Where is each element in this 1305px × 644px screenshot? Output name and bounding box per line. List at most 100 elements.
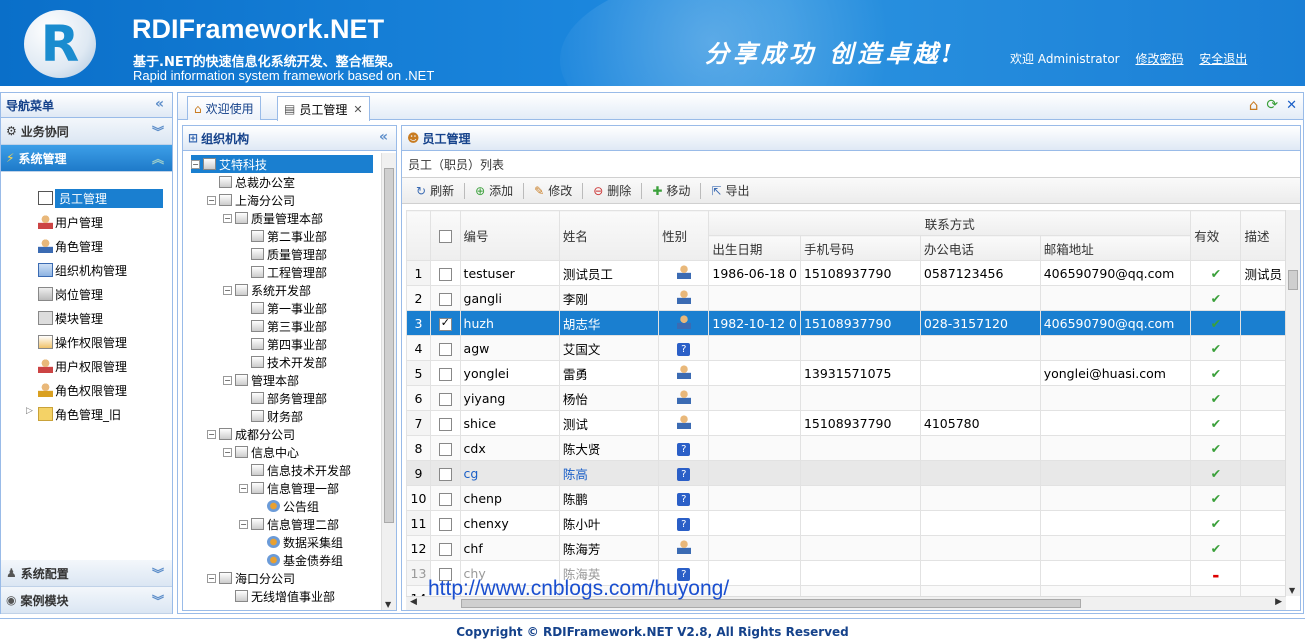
table-row[interactable]: 8 cdx 陈大贤? ✔ [406,435,1286,461]
menu-user-permission[interactable]: 用户权限管理 [1,354,172,378]
table-row[interactable]: 9 cg 陈高? ✔ [406,460,1286,486]
menu-org[interactable]: 组织机构管理 [1,258,172,282]
collapse-node-icon[interactable]: − [207,195,216,205]
table-row[interactable]: 6 yiyang 杨怡 ✔ [406,385,1286,411]
col-mobile[interactable]: 手机号码 [799,235,921,261]
scroll-thumb[interactable] [384,168,394,523]
edit-button[interactable]: ✎ 修改 [528,180,578,202]
org-scrollbar[interactable]: ▼ [381,153,396,610]
menu-user[interactable]: 用户管理 [1,210,172,234]
row-select-checkbox[interactable] [438,316,452,331]
col-birthday[interactable]: 出生日期 [708,235,801,261]
menu-role-permission[interactable]: 角色权限管理 [1,378,172,402]
scroll-down-icon[interactable]: ▼ [1289,586,1295,595]
col-office-phone[interactable]: 办公电话 [919,235,1041,261]
row-select-checkbox[interactable] [438,292,452,306]
table-row[interactable]: 2 gangli 李刚 ✔ [406,285,1286,311]
tree-node[interactable]: 技术开发部 [239,353,327,371]
collapse-node-icon[interactable]: − [223,285,232,295]
refresh-button[interactable]: ↻ 刷新 [410,180,460,202]
close-icon[interactable]: ✕ [353,103,362,116]
row-select-checkbox[interactable] [438,442,452,456]
table-row[interactable]: 3 huzh胡志华 1982-10-12 015108937790028-31571… [406,310,1286,336]
tree-node[interactable]: − 管理本部 [223,371,299,389]
row-select-checkbox[interactable] [438,467,452,481]
tree-node[interactable]: − 质量管理本部 [223,209,323,227]
collapse-node-icon[interactable]: − [239,483,248,493]
collapse-node-icon[interactable]: − [223,213,232,223]
grid-vertical-scrollbar[interactable]: ▼ [1285,210,1300,596]
change-password-link[interactable]: 修改密码 [1135,52,1183,66]
tab-employee[interactable]: ▤ 员工管理 ✕ [277,96,370,121]
menu-role[interactable]: 角色管理 [1,234,172,258]
expand-icon[interactable]: ︾ [152,123,164,140]
table-row[interactable]: 10 chenp 陈鹏? ✔ [406,485,1286,511]
col-name[interactable]: 姓名 [558,210,660,261]
row-select-checkbox[interactable] [438,367,452,381]
tree-node[interactable]: − 信息中心 [223,443,299,461]
close-icon[interactable]: ✕ [1286,98,1297,113]
tree-node[interactable]: 财务部 [239,407,303,425]
refresh-icon[interactable]: ⟳ [1266,97,1278,113]
expand-arrow-icon[interactable]: ▷ [26,406,33,416]
menu-post[interactable]: 岗位管理 [1,282,172,306]
home-icon[interactable]: ⌂ [1249,96,1259,114]
menu-role-old[interactable]: ▷ 角色管理_旧 [1,402,172,426]
menu-module[interactable]: 模块管理 [1,306,172,330]
logout-link[interactable]: 安全退出 [1199,52,1247,66]
col-gender[interactable]: 性别 [658,210,710,261]
table-row[interactable]: 1 testuser 测试员工 1986-06-18 0 15108937790 0587… [406,260,1286,286]
row-select-checkbox[interactable] [438,417,452,431]
scroll-left-icon[interactable]: ◀ [410,597,417,607]
tree-node[interactable]: 质量管理部 [239,245,327,263]
tree-node[interactable]: 公告组 [255,497,319,515]
col-code[interactable]: 编号 [459,210,560,261]
row-select-checkbox[interactable] [438,267,452,281]
export-button[interactable]: ⇱ 导出 [705,180,755,202]
tree-node[interactable]: 无线增值事业部 [223,587,335,605]
collapse-node-icon[interactable]: − [223,375,232,385]
collapse-icon[interactable]: ︽ [152,150,164,167]
tree-node[interactable]: 部务管理部 [239,389,327,407]
col-desc[interactable]: 描述 [1240,210,1286,261]
tree-node[interactable]: − 成都分公司 [207,425,295,443]
tree-node[interactable]: 第二事业部 [239,227,327,245]
section-examples[interactable]: ◉ 案例模块 ︾ [1,587,172,614]
tree-node[interactable]: 信息技术开发部 [239,461,351,479]
collapse-node-icon[interactable]: − [223,447,232,457]
menu-operation-permission[interactable]: 操作权限管理 [1,330,172,354]
tab-welcome[interactable]: ⌂ 欢迎使用 [187,96,261,120]
tree-node[interactable]: − 信息管理二部 [239,515,339,533]
tree-node[interactable]: − 艾特科技 [191,155,373,173]
scroll-down-icon[interactable]: ▼ [385,600,391,609]
tree-node[interactable]: − 系统开发部 [223,281,311,299]
collapse-left-icon[interactable]: « [155,96,164,112]
tree-node[interactable]: 总裁办公室 [207,173,295,191]
collapse-left-icon[interactable]: « [379,129,388,145]
menu-employee[interactable]: 员工管理 [1,186,172,210]
row-select-checkbox[interactable] [438,392,452,406]
tree-node[interactable]: − 海口分公司 [207,569,295,587]
table-row[interactable]: 11 chenxy 陈小叶? ✔ [406,510,1286,536]
table-row[interactable]: 5 yonglei 雷勇 13931571075 yonglei@huasi.com ✔ [406,360,1286,386]
add-button[interactable]: ⊕ 添加 [469,180,519,202]
tree-node[interactable]: 基金债券组 [255,551,343,569]
tree-node[interactable]: 第一事业部 [239,299,327,317]
scroll-right-icon[interactable]: ▶ [1275,597,1282,607]
collapse-node-icon[interactable]: − [239,519,248,529]
row-select-checkbox[interactable] [438,517,452,531]
tree-node[interactable]: − 上海分公司 [207,191,295,209]
delete-button[interactable]: ⊖ 删除 [587,180,637,202]
expand-icon[interactable]: ︾ [152,565,164,582]
collapse-node-icon[interactable]: − [191,159,200,169]
tree-node[interactable]: − 信息管理一部 [239,479,339,497]
col-email[interactable]: 邮箱地址 [1039,235,1192,261]
select-all-checkbox[interactable] [438,230,452,243]
collapse-node-icon[interactable]: − [207,429,216,439]
section-config[interactable]: ♟ 系统配置 ︾ [1,560,172,587]
expand-icon[interactable]: ︾ [152,592,164,609]
table-row[interactable]: 4 agw 艾国文? ✔ [406,335,1286,361]
tree-node[interactable]: 工程管理部 [239,263,327,281]
row-select-checkbox[interactable] [438,492,452,506]
tree-node[interactable]: 第三事业部 [239,317,327,335]
